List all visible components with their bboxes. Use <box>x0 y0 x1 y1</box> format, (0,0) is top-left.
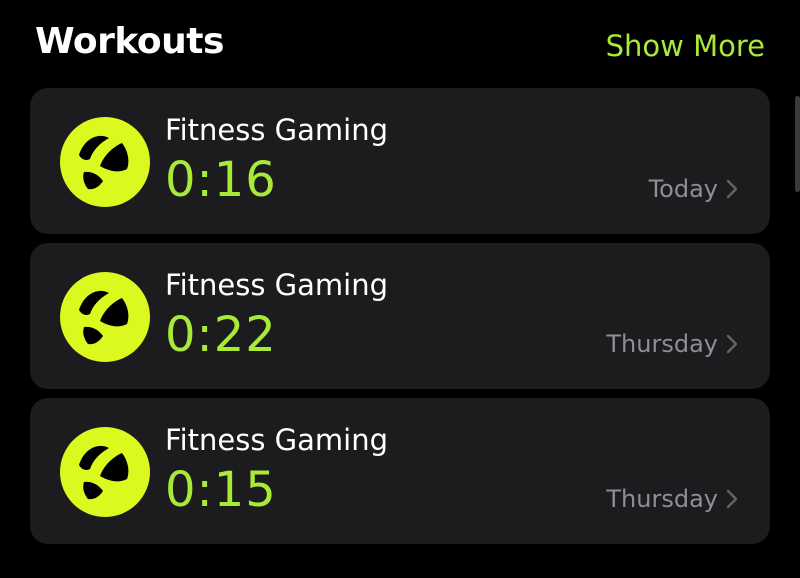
workout-duration: 0:22 <box>165 307 277 363</box>
chevron-right-icon <box>726 334 738 354</box>
scrollbar[interactable] <box>795 96 800 192</box>
workouts-screen: Workouts Show More Fitness Gaming 0:16 T… <box>0 0 800 578</box>
workout-activity: Fitness Gaming <box>165 113 388 147</box>
workouts-header: Workouts Show More <box>35 18 765 70</box>
fitness-gaming-icon <box>60 272 150 362</box>
chevron-right-icon <box>726 179 738 199</box>
workout-date: Today <box>648 175 718 203</box>
show-more-link[interactable]: Show More <box>606 26 765 66</box>
chevron-right-icon <box>726 489 738 509</box>
workout-row[interactable]: Fitness Gaming 0:22 Thursday <box>30 243 770 389</box>
workouts-list: Fitness Gaming 0:16 Today Fitness Gaming… <box>30 88 770 553</box>
workout-activity: Fitness Gaming <box>165 268 388 302</box>
workout-date: Thursday <box>606 485 718 513</box>
workout-row[interactable]: Fitness Gaming 0:15 Thursday <box>30 398 770 544</box>
workout-duration: 0:15 <box>165 462 277 518</box>
fitness-gaming-icon <box>60 427 150 517</box>
workout-row[interactable]: Fitness Gaming 0:16 Today <box>30 88 770 234</box>
workout-activity: Fitness Gaming <box>165 423 388 457</box>
workout-date: Thursday <box>606 330 718 358</box>
section-title: Workouts <box>35 21 224 62</box>
fitness-gaming-icon <box>60 117 150 207</box>
workout-duration: 0:16 <box>165 152 277 208</box>
